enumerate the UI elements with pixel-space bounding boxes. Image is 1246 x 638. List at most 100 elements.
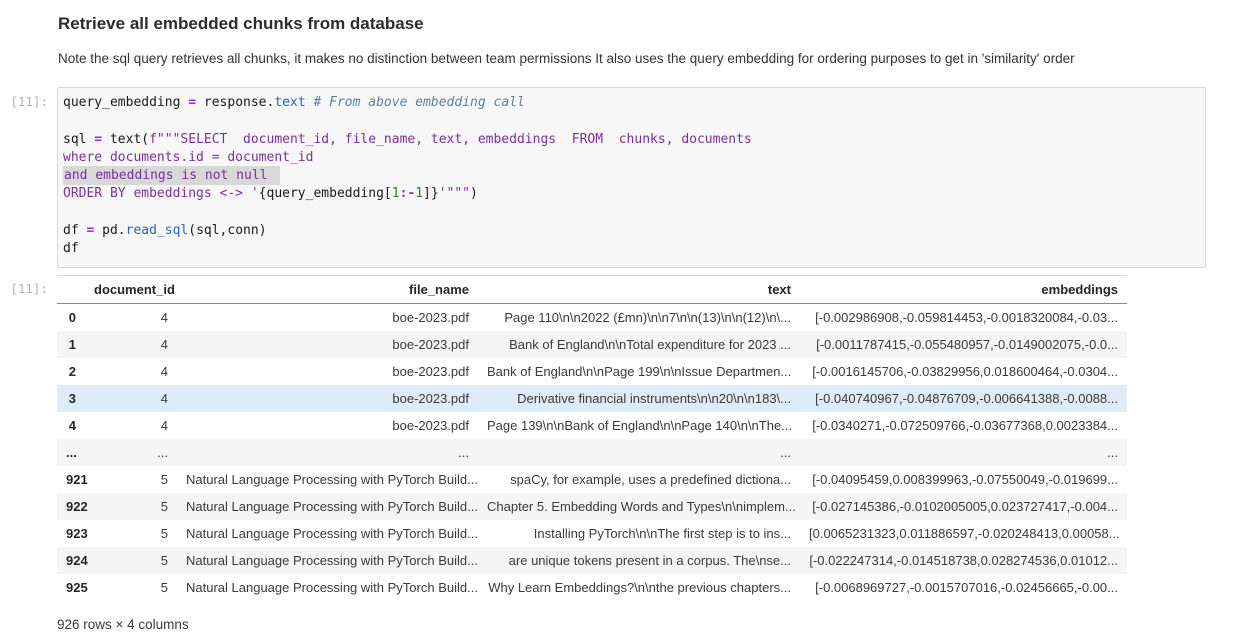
output-cell: [11]: document_idfile_nametextembeddings… xyxy=(0,275,1246,632)
table-row: 9215Natural Language Processing with PyT… xyxy=(57,466,1127,493)
table-cell: boe-2023.pdf xyxy=(177,303,478,331)
table-cell: Chapter 5. Embedding Words and Types\n\n… xyxy=(478,493,800,520)
code-line: and embeddings is not null xyxy=(63,167,1197,185)
table-cell: Page 139\n\nBank of England\n\nPage 140\… xyxy=(478,412,800,439)
row-index: 4 xyxy=(57,412,85,439)
code-line xyxy=(63,112,1197,130)
table-cell: [-0.0016145706,-0.03829956,0.018600464,-… xyxy=(800,358,1127,385)
table-cell: Natural Language Processing with PyTorch… xyxy=(177,493,478,520)
table-cell: [0.0065231323,0.011886597,-0.020248413,0… xyxy=(800,520,1127,547)
table-cell: 4 xyxy=(85,385,177,412)
table-cell: Natural Language Processing with PyTorch… xyxy=(177,574,478,601)
table-row: 44boe-2023.pdfPage 139\n\nBank of Englan… xyxy=(57,412,1127,439)
code-line: ORDER BY embeddings <-> '{query_embeddin… xyxy=(63,185,1197,203)
code-editor[interactable]: query_embedding = response.text # From a… xyxy=(57,87,1206,268)
dataframe-table: document_idfile_nametextembeddings 04boe… xyxy=(57,275,1127,601)
code-token: response. xyxy=(196,95,274,110)
column-header: file_name xyxy=(177,275,478,303)
code-token: ) xyxy=(470,186,478,201)
table-cell: 5 xyxy=(85,520,177,547)
table-row: 9235Natural Language Processing with PyT… xyxy=(57,520,1127,547)
table-cell: [-0.022247314,-0.014518738,0.028274536,0… xyxy=(800,547,1127,574)
row-index: ... xyxy=(57,439,85,466)
table-row: 9255Natural Language Processing with PyT… xyxy=(57,574,1127,601)
table-cell: [-0.0340271,-0.072509766,-0.03677368,0.0… xyxy=(800,412,1127,439)
table-cell: Bank of England\n\nTotal expenditure for… xyxy=(478,331,800,358)
table-cell: Installing PyTorch\n\nThe first step is … xyxy=(478,520,800,547)
table-cell: [-0.002986908,-0.059814453,-0.0018320084… xyxy=(800,303,1127,331)
code-line: df = pd.read_sql(sql,conn) xyxy=(63,222,1197,240)
row-index: 923 xyxy=(57,520,85,547)
table-cell: boe-2023.pdf xyxy=(177,412,478,439)
row-index: 0 xyxy=(57,303,85,331)
table-cell: ... xyxy=(800,439,1127,466)
table-row: 14boe-2023.pdfBank of England\n\nTotal e… xyxy=(57,331,1127,358)
section-heading: Retrieve all embedded chunks from databa… xyxy=(58,14,1075,34)
code-token: # From above embedding call xyxy=(313,95,524,110)
code-token: f"""SELECT document_id, file_name, text,… xyxy=(149,132,752,147)
table-cell: boe-2023.pdf xyxy=(177,385,478,412)
row-index: 2 xyxy=(57,358,85,385)
code-token: 1 xyxy=(415,186,423,201)
code-token: ]} xyxy=(423,186,439,201)
table-cell: [-0.0011787415,-0.055480957,-0.014900207… xyxy=(800,331,1127,358)
row-index: 3 xyxy=(57,385,85,412)
code-token: {query_embedding[ xyxy=(259,186,392,201)
table-cell: [-0.040740967,-0.04876709,-0.006641388,-… xyxy=(800,385,1127,412)
table-cell: Bank of England\n\nPage 199\n\nIssue Dep… xyxy=(478,358,800,385)
code-token: ORDER BY embeddings <-> ' xyxy=(63,186,259,201)
output-prompt: [11]: xyxy=(0,275,48,296)
table-cell: Natural Language Processing with PyTorch… xyxy=(177,547,478,574)
table-cell: 5 xyxy=(85,493,177,520)
table-cell: boe-2023.pdf xyxy=(177,358,478,385)
row-index: 925 xyxy=(57,574,85,601)
code-token: 1 xyxy=(392,186,400,201)
table-cell: Why Learn Embeddings?\n\nthe previous ch… xyxy=(478,574,800,601)
table-cell: boe-2023.pdf xyxy=(177,331,478,358)
code-token: where documents.id = document_id xyxy=(63,150,313,165)
table-cell: Natural Language Processing with PyTorch… xyxy=(177,520,478,547)
code-token: sql xyxy=(63,132,94,147)
table-cell: spaCy, for example, uses a predefined di… xyxy=(478,466,800,493)
code-line: sql = text(f"""SELECT document_id, file_… xyxy=(63,131,1197,149)
section-note: Note the sql query retrieves all chunks,… xyxy=(58,51,1075,66)
table-cell: ... xyxy=(85,439,177,466)
code-line: where documents.id = document_id xyxy=(63,149,1197,167)
dataframe-header-row: document_idfile_nametextembeddings xyxy=(57,275,1127,303)
code-token: (sql,conn) xyxy=(188,223,266,238)
code-token: = xyxy=(94,132,102,147)
table-row: 04boe-2023.pdfPage 110\n\n2022 (£mn)\n\n… xyxy=(57,303,1127,331)
table-cell: ... xyxy=(478,439,800,466)
code-token: df xyxy=(63,241,79,256)
notebook: Retrieve all embedded chunks from databa… xyxy=(0,0,1246,632)
table-row: 9225Natural Language Processing with PyT… xyxy=(57,493,1127,520)
table-cell: 5 xyxy=(85,574,177,601)
table-cell: 5 xyxy=(85,547,177,574)
code-token: '""" xyxy=(439,186,470,201)
table-cell: are unique tokens present in a corpus. T… xyxy=(478,547,800,574)
table-cell: 4 xyxy=(85,303,177,331)
row-index: 922 xyxy=(57,493,85,520)
table-cell: 4 xyxy=(85,358,177,385)
code-cell[interactable]: [11]: query_embedding = response.text # … xyxy=(0,87,1246,268)
table-row: 34boe-2023.pdfDerivative financial instr… xyxy=(57,385,1127,412)
table-cell: [-0.04095459,0.008399963,-0.07550049,-0.… xyxy=(800,466,1127,493)
row-index: 921 xyxy=(57,466,85,493)
code-token: text( xyxy=(102,132,149,147)
code-line: df xyxy=(63,240,1197,258)
dataframe-summary: 926 rows × 4 columns xyxy=(57,617,1127,632)
input-prompt: [11]: xyxy=(0,87,48,109)
table-row: 24boe-2023.pdfBank of England\n\nPage 19… xyxy=(57,358,1127,385)
table-cell: [-0.027145386,-0.0102005005,0.023727417,… xyxy=(800,493,1127,520)
column-header: embeddings xyxy=(800,275,1127,303)
table-cell: Natural Language Processing with PyTorch… xyxy=(177,466,478,493)
table-cell: Page 110\n\n2022 (£mn)\n\n7\n\n(13)\n\n(… xyxy=(478,303,800,331)
column-header: text xyxy=(478,275,800,303)
table-cell: ... xyxy=(177,439,478,466)
code-token: query_embedding xyxy=(63,95,188,110)
index-column-header xyxy=(57,275,85,303)
row-index: 924 xyxy=(57,547,85,574)
markdown-cell: Retrieve all embedded chunks from databa… xyxy=(0,12,1246,66)
row-index: 1 xyxy=(57,331,85,358)
column-header: document_id xyxy=(85,275,177,303)
